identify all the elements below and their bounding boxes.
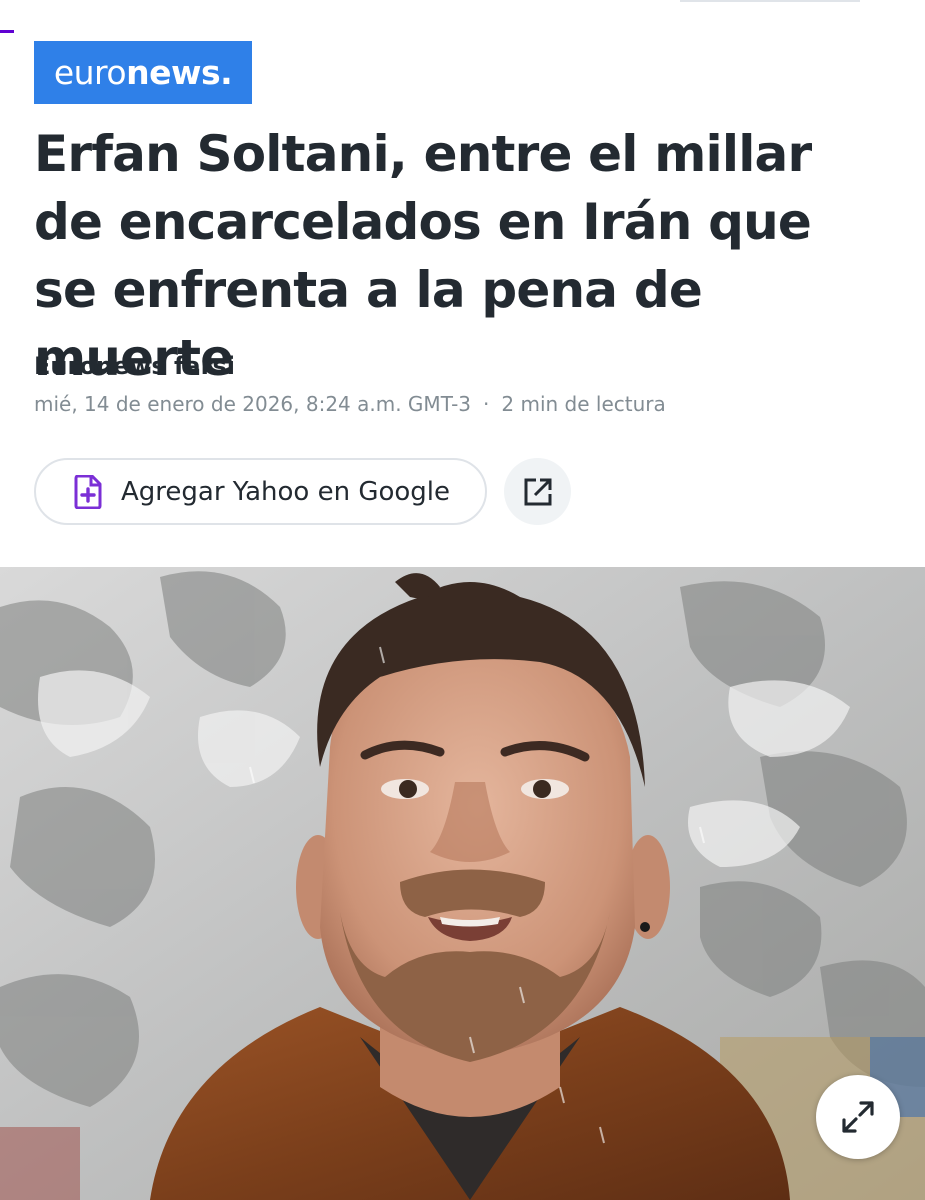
portrait-photo: [0, 567, 925, 1200]
article-author[interactable]: Euronews farsi: [34, 352, 235, 380]
expand-image-button[interactable]: [816, 1075, 900, 1159]
expand-icon: [842, 1101, 874, 1133]
top-divider: [680, 0, 860, 2]
share-button[interactable]: [504, 458, 571, 525]
euronews-logo-text: euronews.: [53, 53, 233, 92]
article-hero-image[interactable]: [0, 567, 925, 1200]
article-read-time: 2 min de lectura: [501, 392, 666, 416]
article-date: mié, 14 de enero de 2026, 8:24 a.m. GMT-…: [34, 392, 472, 416]
share-icon: [524, 478, 551, 505]
add-document-icon: [74, 475, 102, 509]
meta-separator: ·: [483, 392, 490, 416]
add-yahoo-to-google-button[interactable]: Agregar Yahoo en Google: [34, 458, 487, 525]
add-yahoo-label: Agregar Yahoo en Google: [121, 477, 451, 507]
article-meta: mié, 14 de enero de 2026, 8:24 a.m. GMT-…: [34, 392, 666, 416]
euronews-logo[interactable]: euronews.: [34, 41, 252, 104]
top-accent-bar: [0, 30, 14, 33]
